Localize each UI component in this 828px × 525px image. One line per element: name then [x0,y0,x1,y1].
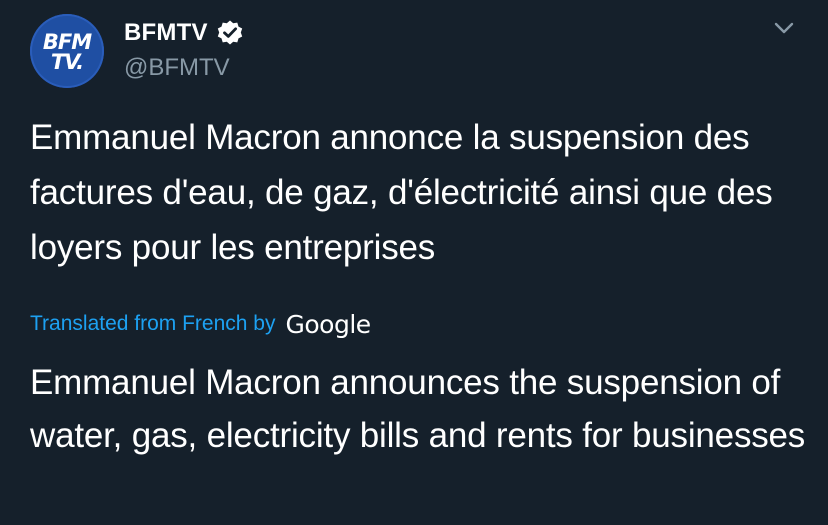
google-logo: Google [285,309,371,339]
chevron-down-icon[interactable] [770,16,798,40]
tweet-card: BFM TV. BFMTV @BFMTV Emmanuel Macron ann… [0,0,828,525]
author-name-row[interactable]: BFMTV [124,18,244,48]
display-name[interactable]: BFMTV [124,19,208,47]
avatar-logo-line2: TV. [50,50,84,74]
verified-badge-icon [216,19,244,47]
author-handle[interactable]: @BFMTV [124,54,230,82]
translated-from-link[interactable]: Translated from French by [30,312,275,336]
translated-text: Emmanuel Macron announces the suspension… [30,363,806,455]
tweet-text: Emmanuel Macron annonce la suspension de… [30,118,773,267]
avatar[interactable]: BFM TV. [30,14,104,88]
translation-attribution: Translated from French by Google [30,306,371,342]
